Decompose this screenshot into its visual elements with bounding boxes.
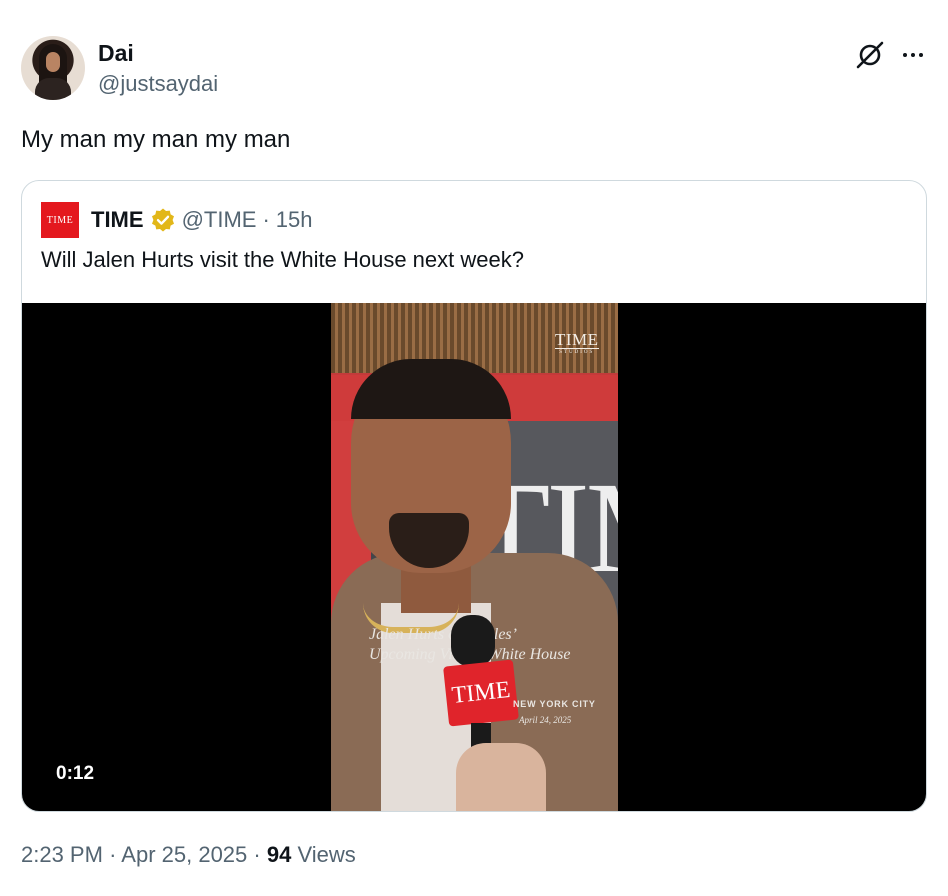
video-location: NEW YORK CITY April 24, 2025 <box>513 699 596 725</box>
quoted-timestamp[interactable]: 15h <box>276 207 313 233</box>
meta-separator: · <box>262 207 270 232</box>
post-time[interactable]: 2:23 PM <box>21 842 103 867</box>
views-count[interactable]: 94 <box>267 842 291 867</box>
author-handle[interactable]: @justsaydai <box>98 70 218 98</box>
verified-icon[interactable] <box>150 207 176 233</box>
quoted-author-name[interactable]: TIME <box>91 207 144 233</box>
post-date[interactable]: Apr 25, 2025 <box>121 842 247 867</box>
tweet-header: Dai @justsaydai <box>21 36 927 100</box>
avatar[interactable] <box>21 36 85 100</box>
footer-separator: · <box>109 842 117 867</box>
time-logo-avatar[interactable]: TIME <box>41 202 79 238</box>
time-studios-watermark: TIME STUDIOS <box>555 330 599 355</box>
quoted-handle[interactable]: @TIME <box>182 207 257 233</box>
quoted-text: Will Jalen Hurts visit the White House n… <box>41 247 524 272</box>
video-frame: TIM TIME STUDIOS Jalen Hurts on Eagles’ … <box>331 303 618 811</box>
views-label: Views <box>297 842 356 867</box>
quoted-header: TIME TIME @TIME · 15h <box>41 202 313 238</box>
footer-separator: · <box>253 842 261 867</box>
more-icon[interactable] <box>898 38 928 72</box>
quoted-tweet[interactable]: TIME TIME @TIME · 15h Will Jalen Hurts v… <box>21 180 927 812</box>
tweet-footer: 2:23 PM · Apr 25, 2025 · 94 Views <box>21 840 356 870</box>
video-player[interactable]: TIM TIME STUDIOS Jalen Hurts on Eagles’ … <box>22 303 926 811</box>
mic-flag: TIME <box>443 659 519 727</box>
tweet-text: My man my man my man <box>21 126 291 153</box>
video-duration: 0:12 <box>42 761 109 787</box>
author-name[interactable]: Dai <box>98 39 134 67</box>
time-logo-text: TIME <box>46 214 74 226</box>
grok-icon[interactable] <box>853 38 887 72</box>
